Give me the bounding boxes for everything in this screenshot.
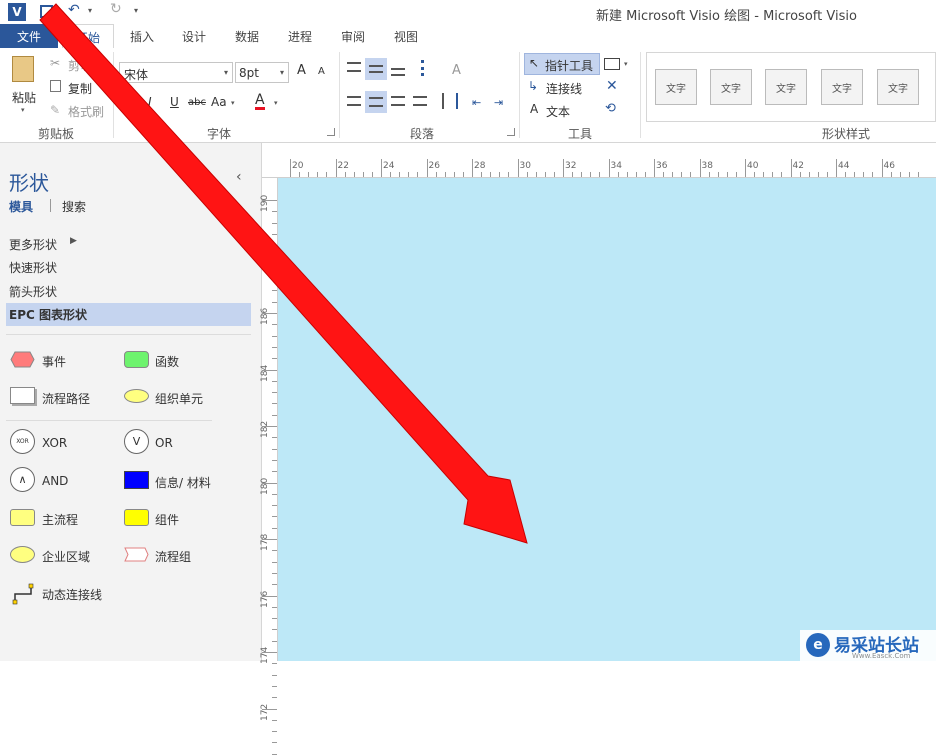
ruler-tick <box>272 731 277 733</box>
ruler-tick <box>272 663 277 665</box>
ruler-tick <box>262 708 277 710</box>
ruler-tick <box>272 674 277 676</box>
ruler-tick <box>272 719 277 721</box>
ruler-tick <box>272 685 277 687</box>
ruler-label: 172 <box>260 703 270 721</box>
ruler-tick <box>272 742 277 744</box>
watermark: e 易采站长站 Www.Easck.Com <box>800 630 936 661</box>
red-arrow-annotation <box>39 3 528 544</box>
ruler-tick <box>272 697 277 699</box>
watermark-url: Www.Easck.Com <box>852 652 911 660</box>
red-arrow-shape <box>39 3 528 544</box>
watermark-logo-icon: e <box>806 633 830 657</box>
